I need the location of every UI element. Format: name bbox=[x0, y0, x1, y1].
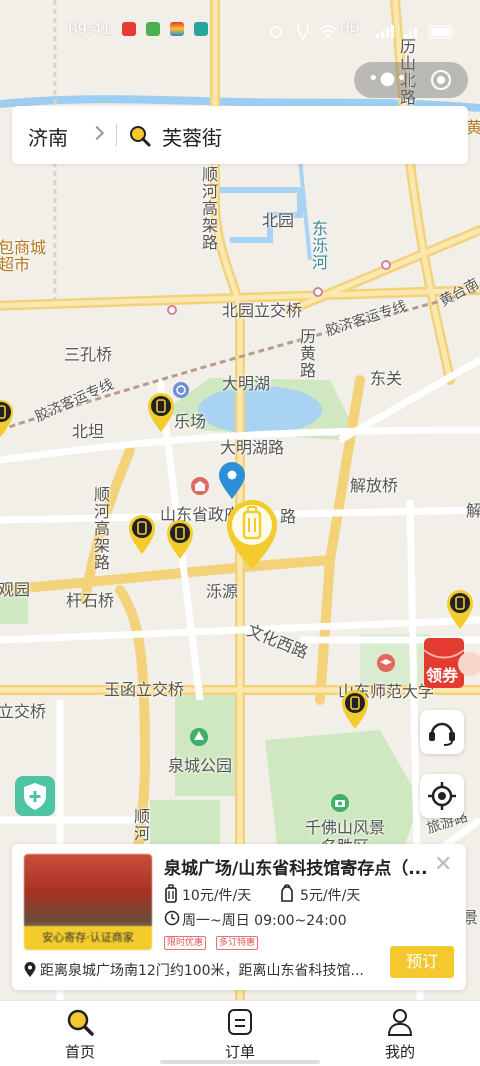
bottom-tab-bar: 首页 订单 我的 bbox=[0, 1000, 480, 1066]
scenic-icon bbox=[331, 794, 349, 812]
tab-orders[interactable]: 订单 bbox=[180, 1001, 300, 1066]
status-time: 09:41 bbox=[68, 20, 112, 38]
crosshair-icon bbox=[428, 782, 456, 810]
map-label: 泺源 bbox=[206, 582, 239, 601]
luggage-price: 10元/件/天 bbox=[182, 888, 252, 904]
storage-detail-card[interactable]: 安心寄存·认证商家 泉城广场/山东省科技馆寄存点（... ✕ 10元/件/天 5… bbox=[12, 844, 466, 990]
backpack-icon bbox=[281, 884, 293, 902]
notification-icon bbox=[146, 22, 160, 36]
road-label: 路 bbox=[280, 507, 297, 526]
locate-button[interactable] bbox=[420, 774, 464, 818]
location-icon bbox=[24, 962, 36, 977]
park-icon bbox=[190, 728, 208, 746]
user-icon bbox=[387, 1009, 413, 1036]
map-label: 黄 bbox=[466, 118, 480, 137]
map-label: 泉城公园 bbox=[168, 756, 233, 775]
storage-pin[interactable] bbox=[166, 518, 194, 560]
miniprogram-capsule: •●• bbox=[354, 62, 468, 98]
river-label: 东泺河 bbox=[309, 220, 328, 271]
map-label: 乐场 bbox=[174, 412, 207, 431]
tab-label: 首页 bbox=[64, 1043, 95, 1061]
storage-pin[interactable] bbox=[341, 688, 369, 730]
road-label: 顺河 bbox=[131, 808, 150, 842]
close-icon[interactable]: ✕ bbox=[434, 852, 452, 877]
map-label: 观园 bbox=[0, 580, 31, 599]
status-icons bbox=[270, 24, 453, 40]
store-photo[interactable]: 安心寄存·认证商家 bbox=[24, 854, 152, 950]
tab-label: 我的 bbox=[384, 1043, 415, 1061]
storage-pin[interactable] bbox=[128, 513, 156, 555]
notification-icon bbox=[170, 22, 184, 36]
order-icon bbox=[228, 1009, 252, 1035]
clock-icon bbox=[164, 910, 180, 926]
map-label: 北坦 bbox=[72, 422, 105, 441]
road-label: 北园立交桥 bbox=[222, 301, 303, 320]
bag-price: 5元/件/天 bbox=[300, 888, 361, 904]
distance-info: 距离泉城广场南12门约100米，距离山东省科技馆... bbox=[40, 963, 364, 979]
road-label: 顺河高架路 bbox=[91, 486, 110, 571]
home-indicator bbox=[160, 1060, 320, 1064]
search-bar: 济南 芙蓉街 bbox=[12, 106, 468, 164]
tab-home[interactable]: 首页 bbox=[20, 1001, 140, 1066]
promo-tag: 限时优惠 bbox=[164, 936, 207, 950]
road-label: 玉函立交桥 bbox=[104, 680, 185, 699]
tab-profile[interactable]: 我的 bbox=[340, 1001, 460, 1066]
map-label: 东关 bbox=[370, 369, 403, 388]
headset-icon bbox=[429, 722, 455, 746]
coupon-button[interactable]: 领券 bbox=[420, 636, 480, 690]
map-label: 超市 bbox=[0, 255, 31, 274]
map-label: 解 bbox=[466, 501, 480, 520]
book-button[interactable]: 预订 bbox=[390, 946, 454, 978]
road-label: 历黄路 bbox=[297, 328, 316, 379]
promo-tag: 多订特惠 bbox=[216, 936, 259, 950]
security-button[interactable] bbox=[15, 776, 55, 816]
storage-pin[interactable] bbox=[147, 391, 175, 433]
shield-icon bbox=[24, 783, 46, 810]
search-divider bbox=[116, 124, 117, 146]
search-input[interactable]: 芙蓉街 bbox=[162, 122, 222, 151]
customer-service-button[interactable] bbox=[420, 710, 464, 754]
opening-hours: 周一~周日 09:00~24:00 bbox=[182, 913, 347, 929]
map-label: 大明湖 bbox=[222, 374, 271, 393]
tab-label: 订单 bbox=[224, 1043, 255, 1061]
luggage-icon bbox=[165, 884, 177, 903]
map-label: 杆石桥 bbox=[66, 591, 115, 610]
status-bar: 09:41 HD bbox=[0, 16, 480, 46]
chevron-right-icon[interactable] bbox=[89, 125, 105, 141]
location-pin-icon bbox=[219, 462, 245, 499]
road-label: 顺河高架路 bbox=[199, 166, 218, 251]
notification-icon bbox=[194, 22, 208, 36]
school-icon bbox=[377, 654, 395, 672]
search-icon[interactable] bbox=[128, 124, 152, 148]
close-miniprogram-icon[interactable] bbox=[430, 69, 452, 91]
road-label: 大明湖路 bbox=[220, 438, 285, 457]
selected-storage-pin[interactable] bbox=[224, 498, 280, 572]
certified-badge: 安心寄存·认证商家 bbox=[24, 926, 152, 950]
road-label: 立交桥 bbox=[0, 702, 47, 721]
capsule-divider bbox=[410, 71, 411, 89]
home-search-icon bbox=[67, 1009, 94, 1036]
store-title: 泉城广场/山东省科技馆寄存点（... bbox=[164, 859, 428, 879]
more-icon[interactable]: •●• bbox=[368, 68, 408, 89]
government-icon bbox=[191, 477, 209, 495]
coupon-label: 领券 bbox=[426, 666, 459, 685]
notification-icon bbox=[122, 22, 136, 36]
city-selector[interactable]: 济南 bbox=[28, 122, 68, 151]
storage-pin[interactable] bbox=[446, 588, 474, 630]
map-label: 解放桥 bbox=[350, 476, 399, 495]
storage-pin[interactable] bbox=[0, 398, 14, 438]
map-label: 北园 bbox=[262, 211, 295, 230]
map-label: 三孔桥 bbox=[64, 345, 113, 364]
